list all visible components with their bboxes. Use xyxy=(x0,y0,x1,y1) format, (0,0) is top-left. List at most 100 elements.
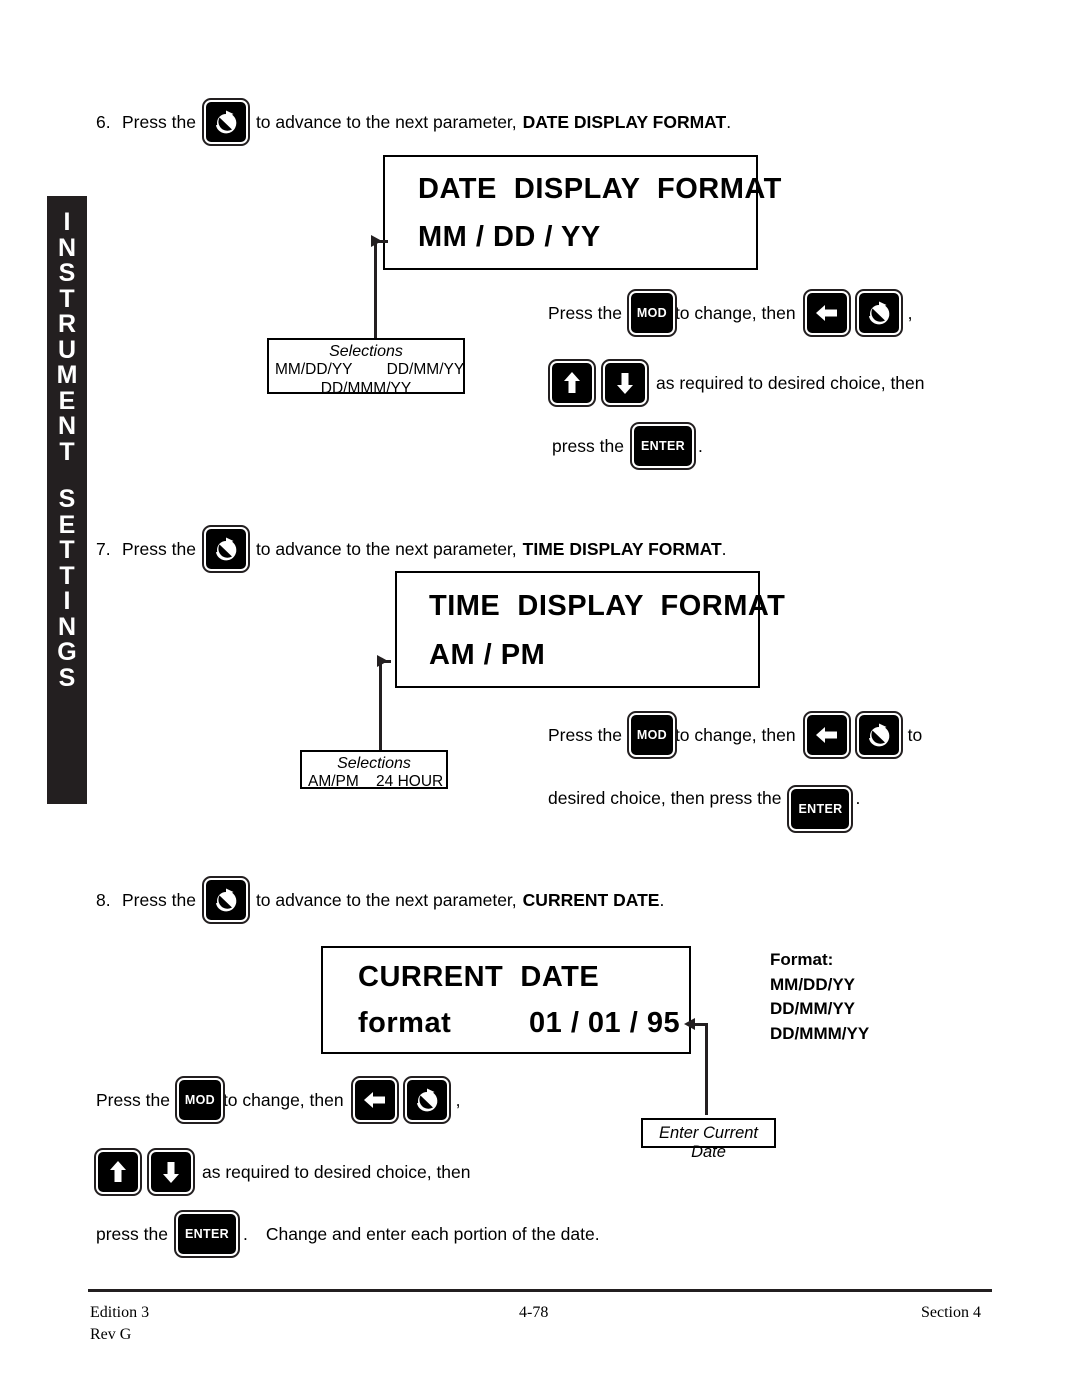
lcd-line-1: TIME DISPLAY FORMAT xyxy=(429,590,786,622)
connector-arrowhead xyxy=(371,235,382,247)
step-8-number: 8. xyxy=(96,889,111,910)
instr-text: to xyxy=(907,724,923,745)
format-list-item: DD/MM/YY xyxy=(770,999,855,1019)
date-instruction-line-3: press the ENTER . xyxy=(552,422,703,470)
down-arrow-key[interactable] xyxy=(147,1148,195,1196)
instr-text: to change, then xyxy=(674,724,796,745)
lcd-line-2: MM / DD / YY xyxy=(418,221,601,253)
instr-text: as required to desired choice, then xyxy=(202,1161,471,1182)
tab-char: M xyxy=(56,361,78,389)
mod-key[interactable]: MOD xyxy=(626,711,677,759)
format-list-item: DD/MMM/YY xyxy=(770,1023,870,1043)
step-8: 8. Press the to advance to the next para… xyxy=(96,876,665,924)
instr-text: Press the xyxy=(548,302,622,323)
step-6-number: 6. xyxy=(96,111,111,132)
tab-char: T xyxy=(59,437,75,466)
instr-text: . xyxy=(242,1223,248,1244)
current-date-format-list: Format: MM/DD/YY DD/MM/YY DD/MMM/YY xyxy=(770,948,869,1047)
time-format-selections-box: Selections AM/PM 24 HOUR xyxy=(300,750,448,791)
selections-row-1: MM/DD/YY DD/MM/YY xyxy=(275,361,465,379)
up-arrow-key[interactable] xyxy=(548,359,596,407)
current-date-instruction-line-1: Press the MOD to change, then , xyxy=(96,1076,461,1124)
tab-char: T xyxy=(59,284,75,313)
down-arrow-key[interactable] xyxy=(601,359,649,407)
step-7-text-middle: to advance to the next parameter, xyxy=(255,538,517,559)
step-6: 6. Press the to advance to the next para… xyxy=(96,98,732,146)
tab-char: N xyxy=(57,233,77,262)
instr-text: to change, then xyxy=(222,1089,344,1110)
instr-text: Press the xyxy=(96,1089,170,1110)
rotate-advance-icon[interactable] xyxy=(854,289,903,337)
instr-text: Change and enter each portion of the dat… xyxy=(265,1223,600,1244)
lcd-date-display-format: DATE DISPLAY FORMAT MM / DD / YY xyxy=(383,155,781,270)
tab-char: S xyxy=(58,259,76,287)
left-arrow-key[interactable] xyxy=(802,289,851,337)
step-6-parameter: DATE DISPLAY FORMAT xyxy=(522,111,727,132)
tab-char: T xyxy=(59,561,75,590)
rotate-advance-icon[interactable] xyxy=(854,711,903,759)
instr-text: press the xyxy=(96,1223,168,1244)
lcd-line-2: AM / PM xyxy=(429,639,546,671)
step-7-text-before: Press the xyxy=(122,538,196,559)
step-7-period: . xyxy=(721,538,727,559)
instr-text: . xyxy=(855,787,861,808)
time-instruction-line-1: Press the MOD to change, then to xyxy=(548,711,923,759)
lcd-line-1: CURRENT DATE xyxy=(358,961,600,993)
enter-key[interactable]: ENTER xyxy=(629,422,696,470)
connector-line-vertical xyxy=(374,240,377,340)
footer-revision: Rev G xyxy=(90,1325,132,1343)
lcd-current-date: CURRENT DATE format 01 / 01 / 95 xyxy=(321,946,691,1054)
selections-row-2: DD/MMM/YY xyxy=(320,379,412,397)
date-instruction-line-2: as required to desired choice, then xyxy=(548,359,925,407)
connector-line-horizontal xyxy=(693,1023,707,1026)
enter-key[interactable]: ENTER xyxy=(173,1210,240,1258)
tab-char: U xyxy=(57,335,77,364)
time-instruction-line-2: desired choice, then press the ENTER . xyxy=(548,765,861,833)
rotate-advance-icon[interactable] xyxy=(201,876,250,924)
step-8-period: . xyxy=(659,889,665,910)
step-7: 7. Press the to advance to the next para… xyxy=(96,525,727,573)
tab-char: G xyxy=(57,638,77,666)
instr-text: Press the xyxy=(548,724,622,745)
step-8-parameter: CURRENT DATE xyxy=(522,889,660,910)
instr-text: to change, then xyxy=(674,302,796,323)
rotate-advance-icon[interactable] xyxy=(201,98,250,146)
tab-char: N xyxy=(57,412,77,440)
step-6-text-before: Press the xyxy=(122,111,196,132)
section-tab-instrument-settings: I N S T R U M E N T S E T T I N G S xyxy=(47,196,87,804)
rotate-advance-icon[interactable] xyxy=(201,525,250,573)
tab-char: E xyxy=(58,386,76,415)
mod-key[interactable]: MOD xyxy=(626,289,677,337)
date-format-selections-box: Selections MM/DD/YY DD/MM/YY DD/MMM/YY xyxy=(267,338,465,397)
step-6-text-middle: to advance to the next parameter, xyxy=(255,111,517,132)
tab-char: R xyxy=(57,310,77,338)
current-date-instruction-line-2: as required to desired choice, then xyxy=(94,1148,471,1196)
selections-caption: Selections xyxy=(329,343,403,360)
instr-text: . xyxy=(697,435,703,456)
mod-key[interactable]: MOD xyxy=(174,1076,225,1124)
instr-text: press the xyxy=(552,435,624,456)
enter-key[interactable]: ENTER xyxy=(787,785,854,833)
left-arrow-key[interactable] xyxy=(350,1076,399,1124)
enter-current-date-box: Enter Current Date xyxy=(641,1118,776,1161)
tab-char: S xyxy=(58,485,76,513)
selections-caption: Selections xyxy=(337,755,411,772)
instr-text: desired choice, then press the xyxy=(548,787,782,808)
up-arrow-key[interactable] xyxy=(94,1148,142,1196)
step-8-text-before: Press the xyxy=(122,889,196,910)
lcd-current-date-value: 01 / 01 / 95 xyxy=(529,1007,681,1039)
tab-char: I xyxy=(63,208,71,236)
instr-text: , xyxy=(455,1089,461,1110)
footer-section: Section 4 xyxy=(921,1304,981,1321)
connector-line-vertical xyxy=(379,660,382,752)
step-6-period: . xyxy=(726,111,732,132)
left-arrow-key[interactable] xyxy=(802,711,851,759)
footer-edition: Edition 3 xyxy=(90,1304,150,1321)
lcd-time-display-format: TIME DISPLAY FORMAT AM / PM xyxy=(395,571,785,688)
instr-text: as required to desired choice, then xyxy=(656,372,925,393)
tab-char: T xyxy=(59,536,75,564)
tab-char: I xyxy=(63,587,71,615)
rotate-advance-icon[interactable] xyxy=(402,1076,451,1124)
format-list-item: MM/DD/YY xyxy=(770,974,855,994)
selections-row-1: AM/PM 24 HOUR xyxy=(308,773,444,791)
